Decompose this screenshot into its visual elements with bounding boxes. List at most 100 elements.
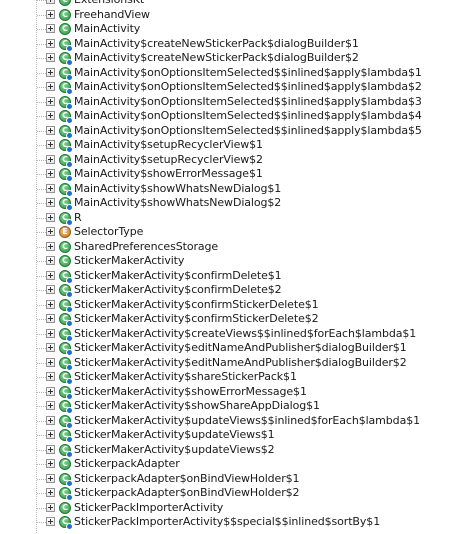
tree-connector-line [37,43,46,45]
expand-toggle-icon[interactable] [46,96,55,106]
tree-node[interactable]: StickerMakerActivity$confirmStickerDelet… [0,312,474,327]
tree-node[interactable]: MainActivity$createNewStickerPack$dialog… [0,37,474,52]
tree-node[interactable]: MainActivity$createNewStickerPack$dialog… [0,51,474,66]
expand-toggle-icon[interactable] [46,140,55,149]
class-icon [59,110,73,124]
tree-node[interactable]: MainActivity$onOptionsItemSelected$$inli… [0,109,474,124]
expand-toggle-icon[interactable] [46,415,55,425]
expand-toggle-icon[interactable] [46,82,55,91]
expand-toggle-icon[interactable] [46,517,55,526]
tree-node[interactable]: StickerpackAdapter$onBindViewHolder$2 [0,486,474,501]
class-icon [59,37,73,52]
tree-node[interactable]: StickerMakerActivity$confirmStickerDelet… [0,298,474,313]
tree-node[interactable]: MainActivity$setupRecyclerView$1 [0,138,474,153]
expand-toggle-icon[interactable] [46,502,55,512]
expand-toggle-icon[interactable] [46,169,55,178]
tree-node-label: StickerMakerActivity [74,254,185,267]
tree-node[interactable]: StickerMakerActivity$updateViews$$inline… [0,414,474,429]
tree-node[interactable]: StickerpackAdapter [0,457,474,472]
expand-toggle-icon[interactable] [46,488,55,497]
tree-node-label: StickerMakerActivity$confirmStickerDelet… [74,312,319,325]
tree-node-label: ExtensionsKt [74,0,144,8]
tree-node[interactable]: SelectorType [0,225,474,240]
tree-node[interactable]: ExtensionsKt [0,0,474,8]
expand-toggle-icon[interactable] [46,285,55,294]
expand-toggle-icon[interactable] [46,53,55,62]
tree-node[interactable]: StickerMakerActivity$createViews$$inline… [0,327,474,342]
tree-node[interactable]: StickerpackAdapter$onBindViewHolder$1 [0,472,474,487]
tree-node[interactable]: StickerMakerActivity$shareStickerPack$1 [0,370,474,385]
tree-node-label: StickerMakerActivity$editNameAndPublishe… [74,341,407,354]
expand-toggle-icon[interactable] [46,24,55,33]
class-icon [59,429,73,443]
tree-node[interactable]: MainActivity$onOptionsItemSelected$$inli… [0,80,474,95]
tree-node[interactable]: StickerMakerActivity$confirmDelete$1 [0,269,474,284]
expand-toggle-icon[interactable] [46,212,55,222]
tree-node[interactable]: StickerPackImporterActivity$$special$$in… [0,515,474,530]
tree-node[interactable]: StickerMakerActivity$updateViews$1 [0,428,474,443]
tree-connector-line [37,217,46,219]
tree-node[interactable]: MainActivity$showErrorMessage$1 [0,167,474,182]
tree-connector-line [37,377,46,378]
class-icon [59,487,73,501]
tree-connector-line [37,507,46,509]
tree-node[interactable]: SharedPreferencesStorage [0,240,474,255]
expand-toggle-icon[interactable] [46,9,55,19]
expand-toggle-icon[interactable] [46,430,55,439]
tree-node[interactable]: StickerMakerActivity [0,254,474,269]
expand-toggle-icon[interactable] [46,38,55,48]
expand-toggle-icon[interactable] [46,256,55,265]
tree-node[interactable]: MainActivity$onOptionsItemSelected$$inli… [0,95,474,110]
expand-toggle-icon[interactable] [46,198,55,207]
tree-node[interactable]: StickerMakerActivity$showShareAppDialog$… [0,399,474,414]
tree-connector-line [37,232,46,233]
expand-toggle-icon[interactable] [46,270,55,280]
expand-toggle-icon[interactable] [46,473,55,483]
expand-toggle-icon[interactable] [46,459,55,468]
tree-node[interactable]: MainActivity$setupRecyclerView$2 [0,153,474,168]
tree-node-label: MainActivity$onOptionsItemSelected$$inli… [74,123,422,137]
tree-connector-line [37,145,46,146]
tree-node[interactable]: StickerMakerActivity$editNameAndPublishe… [0,341,474,356]
expand-toggle-icon[interactable] [46,401,55,410]
tree-node[interactable]: StickerMakerActivity$showErrorMessage$1 [0,385,474,400]
expand-toggle-icon[interactable] [46,111,55,120]
tree-node-label: StickerMakerActivity$confirmDelete$2 [74,283,282,296]
tree-node[interactable]: StickerMakerActivity$editNameAndPublishe… [0,356,474,371]
expand-toggle-icon[interactable] [46,386,55,396]
tree-node[interactable]: MainActivity$onOptionsItemSelected$$inli… [0,66,474,81]
expand-toggle-icon[interactable] [46,314,55,323]
expand-toggle-icon[interactable] [46,125,55,135]
class-icon [59,472,73,487]
expand-toggle-icon[interactable] [46,0,55,4]
tree-connector-line [37,391,46,393]
class-icon [59,400,73,414]
expand-toggle-icon[interactable] [46,357,55,367]
class-icon [59,385,73,400]
tree-node[interactable]: MainActivity$onOptionsItemSelected$$inli… [0,124,474,139]
tree-node-label: MainActivity$onOptionsItemSelected$$inli… [74,65,422,79]
tree-node-label: MainActivity$onOptionsItemSelected$$inli… [74,109,422,122]
expand-toggle-icon[interactable] [46,343,55,352]
expand-toggle-icon[interactable] [46,299,55,309]
expand-toggle-icon[interactable] [46,328,55,338]
tree-node[interactable]: MainActivity [0,22,474,37]
expand-toggle-icon[interactable] [46,241,55,251]
expand-toggle-icon[interactable] [46,372,55,381]
tree-node[interactable]: StickerPackImporterActivity [0,501,474,516]
tree-node[interactable]: MainActivity$showWhatsNewDialog$2 [0,196,474,211]
expand-toggle-icon[interactable] [46,227,55,236]
tree-connector-line [37,0,46,1]
tree-node-label: StickerMakerActivity$confirmStickerDelet… [74,297,319,311]
expand-toggle-icon[interactable] [46,67,55,77]
tree-node[interactable]: MainActivity$showWhatsNewDialog$1 [0,182,474,197]
expand-toggle-icon[interactable] [46,154,55,164]
tree-connector-line [37,261,46,262]
expand-toggle-icon[interactable] [46,444,55,454]
tree-connector-line [37,159,46,161]
tree-node[interactable]: StickerMakerActivity$updateViews$2 [0,443,474,458]
tree-node[interactable]: FreehandView [0,8,474,23]
tree-node[interactable]: R [0,211,474,226]
tree-node[interactable]: StickerMakerActivity$confirmDelete$2 [0,283,474,298]
expand-toggle-icon[interactable] [46,183,55,193]
